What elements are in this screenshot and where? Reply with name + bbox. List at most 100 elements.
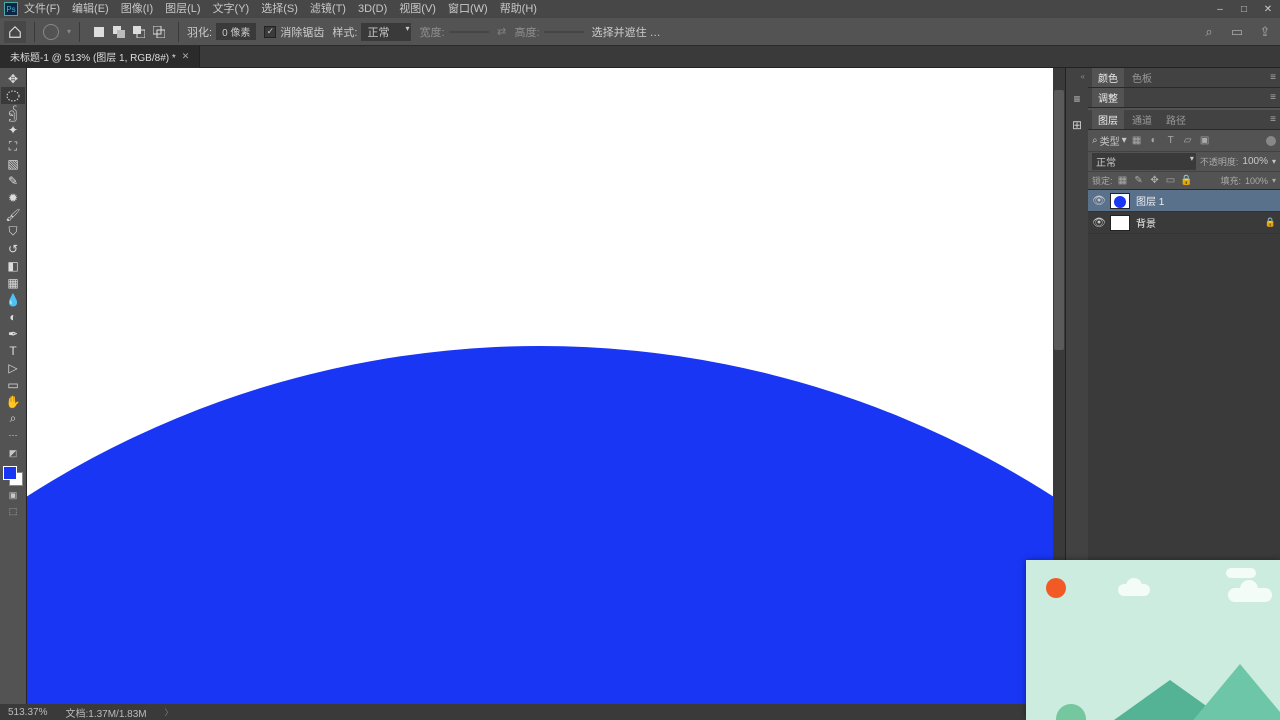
menu-item[interactable]: 选择(S) — [255, 0, 304, 18]
channels-tab[interactable]: 通道 — [1126, 110, 1158, 129]
filter-adjust-icon[interactable]: ◐ — [1147, 134, 1161, 148]
shape-tool[interactable]: ▭ — [1, 376, 25, 393]
filter-pixel-icon[interactable]: ▦ — [1130, 134, 1144, 148]
menu-item[interactable]: 3D(D) — [352, 0, 393, 18]
lock-brush-icon[interactable]: ✎ — [1133, 175, 1145, 187]
layer-row[interactable]: 👁背景🔒 — [1088, 212, 1280, 234]
new-selection-icon[interactable] — [92, 25, 106, 39]
filter-smart-icon[interactable]: ▣ — [1198, 134, 1212, 148]
dodge-tool[interactable]: ◐ — [1, 308, 25, 325]
menu-item[interactable]: 滤镜(T) — [304, 0, 352, 18]
paths-tab[interactable]: 路径 — [1160, 110, 1192, 129]
menu-item[interactable]: 窗口(W) — [442, 0, 494, 18]
lasso-tool[interactable]: ၍ — [1, 104, 25, 121]
opacity-value[interactable]: 100% — [1242, 156, 1268, 167]
gradient-tool[interactable]: ▦ — [1, 274, 25, 291]
antialias-checkbox[interactable]: ✓ — [264, 26, 276, 38]
zoom-level[interactable]: 513.37% — [8, 707, 47, 718]
type-tool[interactable]: T — [1, 342, 25, 359]
path-select-tool[interactable]: ▷ — [1, 359, 25, 376]
document-tab[interactable]: 未标题-1 @ 513% (图层 1, RGB/8#) * ✕ — [0, 46, 200, 68]
lock-nest-icon[interactable]: ▭ — [1165, 175, 1177, 187]
hand-tool[interactable]: ✋ — [1, 393, 25, 410]
layer-name[interactable]: 图层 1 — [1136, 193, 1164, 208]
eyedropper-tool[interactable]: ✎ — [1, 172, 25, 189]
feather-input[interactable]: 0 像素 — [216, 23, 256, 40]
frame-tool[interactable]: ▧ — [1, 155, 25, 172]
workspace-icon[interactable]: ▭ — [1228, 23, 1246, 41]
lock-trans-icon[interactable]: ▦ — [1117, 175, 1129, 187]
lock-all-icon[interactable]: 🔒 — [1181, 175, 1193, 187]
menu-item[interactable]: 视图(V) — [393, 0, 442, 18]
layer-name[interactable]: 背景 — [1136, 215, 1156, 230]
select-mask-button[interactable]: 选择并遮住 … — [592, 24, 661, 40]
filter-toggle[interactable] — [1266, 136, 1276, 146]
menu-item[interactable]: 图像(I) — [115, 0, 159, 18]
status-arrow-icon[interactable]: 〉 — [165, 707, 173, 718]
move-tool[interactable]: ✥ — [1, 70, 25, 87]
close-tab-icon[interactable]: ✕ — [182, 51, 190, 62]
color-swatches[interactable] — [3, 466, 23, 486]
layer-lock-row: 锁定: ▦ ✎ ✥ ▭ 🔒 填充: 100% ▾ — [1088, 172, 1280, 190]
healing-brush-tool[interactable]: ✹ — [1, 189, 25, 206]
add-selection-icon[interactable] — [112, 25, 126, 39]
menu-item[interactable]: 图层(L) — [159, 0, 206, 18]
history-brush-tool[interactable]: ↺ — [1, 240, 25, 257]
hill-icon — [1190, 664, 1280, 720]
expand-panels-icon[interactable]: « — [1081, 72, 1088, 81]
fill-value[interactable]: 100% — [1245, 176, 1268, 186]
magic-wand-tool[interactable]: ✦ — [1, 121, 25, 138]
subtract-selection-icon[interactable] — [132, 25, 146, 39]
crop-tool[interactable]: ⛶ — [1, 138, 25, 155]
intersect-selection-icon[interactable] — [152, 25, 166, 39]
panel-menu-icon[interactable]: ≡ — [1270, 72, 1276, 83]
canvas[interactable] — [27, 68, 1053, 704]
toolbox-more[interactable]: ⋯ — [1, 427, 25, 444]
blend-mode-select[interactable]: 正常 — [1092, 153, 1196, 170]
opacity-label: 不透明度: — [1200, 155, 1239, 168]
default-colors-icon[interactable]: ◩ — [5, 446, 21, 460]
document-tab-title: 未标题-1 @ 513% (图层 1, RGB/8#) * — [10, 49, 176, 64]
close-button[interactable]: ✕ — [1256, 0, 1280, 18]
ellipse-marquee-icon[interactable] — [43, 24, 59, 40]
menu-item[interactable]: 编辑(E) — [66, 0, 115, 18]
layer-thumbnail[interactable] — [1110, 215, 1130, 231]
layer-row[interactable]: 👁 图层 1 — [1088, 190, 1280, 212]
search-icon[interactable]: ⌕ — [1200, 23, 1218, 41]
lock-pos-icon[interactable]: ✥ — [1149, 175, 1161, 187]
pen-tool[interactable]: ✒ — [1, 325, 25, 342]
filter-kind-select[interactable]: ⌕ 类型 ▾ — [1092, 133, 1127, 148]
ellipse-marquee-tool[interactable] — [1, 87, 25, 104]
maximize-button[interactable]: □ — [1232, 0, 1256, 18]
chevron-down-icon[interactable]: ▾ — [67, 27, 71, 36]
eraser-tool[interactable]: ◧ — [1, 257, 25, 274]
minimize-button[interactable]: – — [1208, 0, 1232, 18]
share-icon[interactable]: ⇪ — [1256, 23, 1274, 41]
quick-mask-icon[interactable]: ▣ — [5, 488, 21, 502]
bush-icon — [1056, 704, 1086, 720]
panel-menu-icon[interactable]: ≡ — [1270, 114, 1276, 125]
home-button[interactable] — [4, 21, 26, 43]
screen-mode-icon[interactable]: ⬚ — [5, 504, 21, 518]
clone-stamp-tool[interactable]: ⛉ — [1, 223, 25, 240]
zoom-tool[interactable]: ⌕ — [1, 410, 25, 427]
visibility-toggle[interactable]: 👁 — [1092, 194, 1104, 207]
layer-thumbnail[interactable] — [1110, 193, 1130, 209]
brush-tool[interactable]: 🖌 — [1, 206, 25, 223]
doc-info[interactable]: 文档:1.37M/1.83M — [65, 705, 146, 720]
menu-item[interactable]: 文件(F) — [18, 0, 66, 18]
style-select[interactable]: 正常 — [361, 23, 411, 41]
swatches-tab[interactable]: 色板 — [1126, 68, 1158, 87]
properties-panel-icon[interactable]: ⊞ — [1069, 117, 1085, 133]
adjustments-tab[interactable]: 调整 — [1092, 88, 1124, 107]
history-panel-icon[interactable]: ≡ — [1069, 91, 1085, 107]
menu-item[interactable]: 文字(Y) — [207, 0, 256, 18]
blur-tool[interactable]: 💧 — [1, 291, 25, 308]
filter-type-icon[interactable]: T — [1164, 134, 1178, 148]
visibility-toggle[interactable]: 👁 — [1092, 216, 1104, 229]
panel-menu-icon[interactable]: ≡ — [1270, 92, 1276, 103]
menu-item[interactable]: 帮助(H) — [494, 0, 543, 18]
layers-tab[interactable]: 图层 — [1092, 110, 1124, 129]
filter-shape-icon[interactable]: ▱ — [1181, 134, 1195, 148]
color-tab[interactable]: 颜色 — [1092, 68, 1124, 87]
